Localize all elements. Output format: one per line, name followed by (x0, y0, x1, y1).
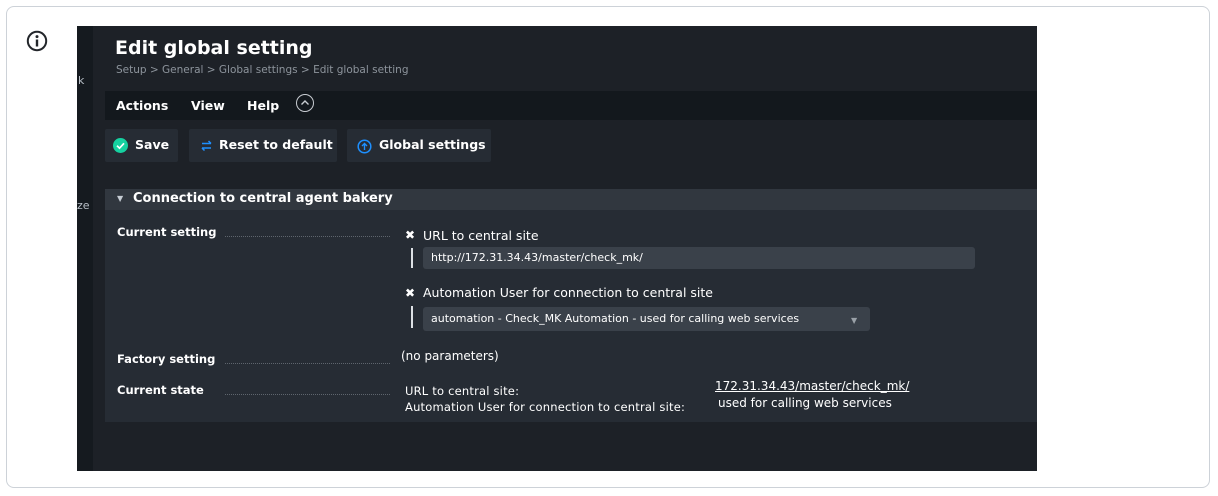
current-state-label: Current state (117, 383, 204, 397)
reset-label: Reset to default (219, 137, 333, 152)
indent-bar (411, 306, 413, 328)
indent-bar (411, 248, 413, 268)
factory-setting-value: (no parameters) (401, 349, 499, 363)
section-title: Connection to central agent bakery (133, 191, 393, 206)
current-setting-label: Current setting (117, 225, 217, 239)
menu-view[interactable]: View (191, 98, 225, 113)
breadcrumb: Setup > General > Global settings > Edit… (116, 64, 409, 76)
collapse-chevron-icon[interactable] (296, 94, 314, 112)
page-title: Edit global setting (115, 37, 313, 59)
state-url-link[interactable]: 172.31.34.43/master/check_mk/ (715, 379, 909, 393)
leader-dots (225, 363, 390, 364)
checkbox-checked-icon[interactable]: ✖ (405, 286, 415, 300)
save-check-icon (113, 138, 128, 153)
state-url-key: URL to central site: (405, 384, 520, 398)
section-header[interactable]: ▼ Connection to central agent bakery (105, 189, 1037, 210)
save-button[interactable]: Save (105, 129, 178, 162)
menu-actions[interactable]: Actions (116, 98, 168, 113)
leader-dots (225, 236, 390, 237)
sidebar: k ze (77, 26, 93, 471)
checkbox-checked-icon[interactable]: ✖ (405, 228, 415, 242)
global-settings-icon (357, 139, 372, 154)
reset-to-default-button[interactable]: Reset to default (189, 129, 337, 162)
state-automation-value: used for calling web services (718, 396, 892, 410)
main-content: Edit global setting Setup > General > Gl… (105, 26, 1037, 471)
automation-selected-value: automation - Check_MK Automation - used … (431, 312, 800, 325)
dropdown-arrow-icon: ▼ (851, 316, 858, 325)
menu-bar: Actions View Help (105, 91, 1037, 120)
section-collapse-arrow-icon: ▼ (117, 194, 124, 203)
save-label: Save (135, 137, 170, 152)
automation-user-select[interactable]: automation - Check_MK Automation - used … (423, 307, 870, 331)
global-settings-label: Global settings (379, 137, 486, 152)
url-input[interactable]: http://172.31.34.43/master/check_mk/ (423, 247, 975, 269)
url-checkbox-label: URL to central site (423, 228, 539, 243)
state-automation-key: Automation User for connection to centra… (405, 400, 686, 414)
leader-dots (225, 394, 390, 395)
sidebar-fragment[interactable]: k (78, 74, 84, 87)
global-settings-button[interactable]: Global settings (347, 129, 491, 162)
automation-checkbox-label: Automation User for connection to centra… (423, 285, 713, 300)
reset-arrows-icon (201, 140, 212, 152)
sidebar-fragment[interactable]: ze (77, 199, 90, 212)
info-icon (26, 30, 48, 52)
settings-panel: ▼ Connection to central agent bakery Cur… (105, 189, 1037, 422)
menu-help[interactable]: Help (247, 98, 279, 113)
factory-setting-label: Factory setting (117, 352, 216, 366)
screenshot: k ze Edit global setting Setup > General… (77, 26, 1037, 471)
